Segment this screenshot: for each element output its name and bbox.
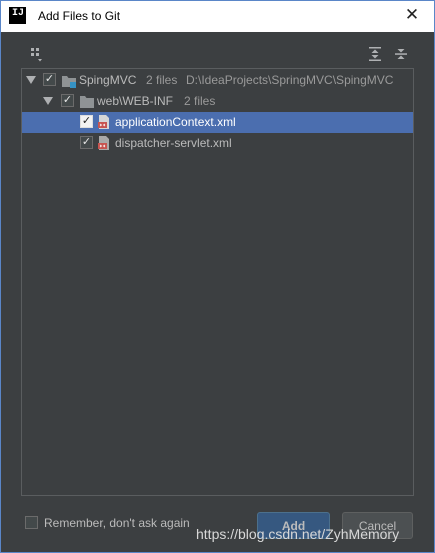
xml-file-icon — [98, 136, 109, 150]
remember-label[interactable]: Remember, don't ask again — [44, 516, 190, 530]
tree-row-module[interactable]: ✓ SpingMVC 2 files D:\IdeaProjects\Sprin… — [22, 70, 413, 91]
module-path: D:\IdeaProjects\SpringMVC\SpingMVC — [186, 73, 394, 87]
module-folder-icon — [62, 76, 76, 88]
file-checkbox[interactable]: ✓ — [80, 136, 93, 149]
tree-row-file[interactable]: ✓ applicationContext.xml — [22, 112, 413, 133]
intellij-app-icon: IJ — [9, 7, 26, 24]
file-name: dispatcher-servlet.xml — [115, 136, 232, 150]
folder-file-count: 2 files — [184, 94, 216, 108]
expand-arrow-icon[interactable] — [43, 97, 53, 105]
remember-checkbox[interactable] — [25, 516, 38, 529]
expand-arrow-icon[interactable] — [26, 76, 36, 84]
xml-file-icon — [98, 115, 109, 129]
tree-row-folder[interactable]: ✓ web\WEB-INF 2 files — [22, 91, 413, 112]
module-checkbox[interactable]: ✓ — [43, 73, 56, 86]
file-checkbox[interactable]: ✓ — [80, 115, 93, 128]
expand-all-icon[interactable] — [367, 46, 383, 62]
folder-name: web\WEB-INF — [97, 94, 174, 108]
watermark-text: https://blog.csdn.net/ZyhMemory — [196, 526, 400, 542]
title-bar: IJ Add Files to Git ✕ — [1, 1, 434, 32]
module-name: SpingMVC — [79, 73, 137, 87]
changes-tree: ✓ SpingMVC 2 files D:\IdeaProjects\Sprin… — [21, 68, 414, 496]
window-title: Add Files to Git — [38, 9, 121, 23]
tree-row-file[interactable]: ✓ dispatcher-servlet.xml — [22, 133, 413, 154]
folder-checkbox[interactable]: ✓ — [61, 94, 74, 107]
module-file-count: 2 files — [146, 73, 178, 87]
file-name: applicationContext.xml — [115, 115, 236, 129]
collapse-all-icon[interactable] — [393, 46, 409, 62]
add-files-dialog: IJ Add Files to Git ✕ ✓ SpingMVC 2 files… — [0, 0, 435, 553]
folder-icon — [80, 96, 94, 108]
group-by-module-icon[interactable] — [30, 47, 46, 63]
close-icon[interactable]: ✕ — [404, 6, 420, 24]
toolbar — [1, 41, 434, 65]
